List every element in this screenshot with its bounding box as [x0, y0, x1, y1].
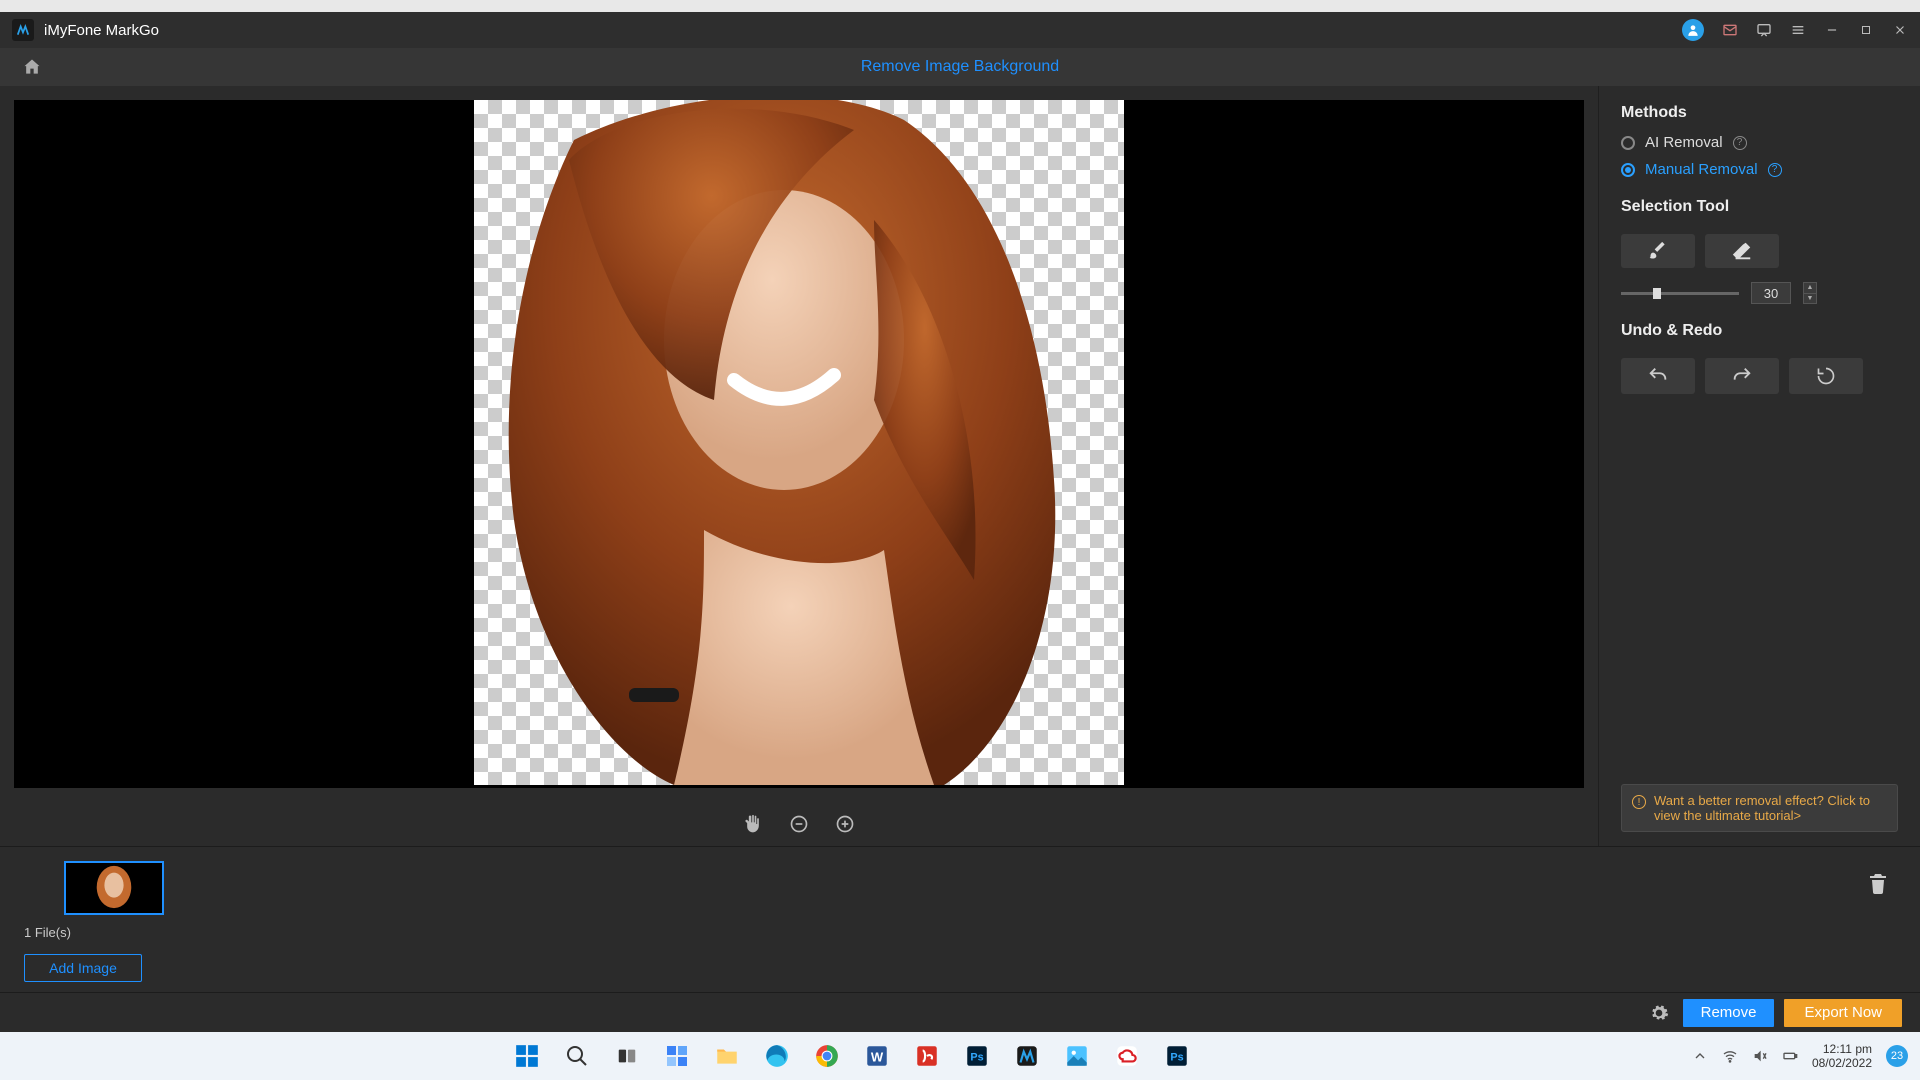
remove-button[interactable]: Remove	[1683, 999, 1775, 1027]
ai-removal-option[interactable]: AI Removal ?	[1621, 134, 1898, 151]
account-icon[interactable]	[1682, 19, 1704, 41]
taskbar: W Ps Ps 12	[0, 1032, 1920, 1080]
eraser-tool-button[interactable]	[1705, 234, 1779, 268]
step-up-icon[interactable]: ▲	[1804, 283, 1816, 294]
system-tray: 12:11 pm 08/02/2022 23	[1692, 1042, 1908, 1071]
svg-text:Ps: Ps	[970, 1051, 983, 1063]
step-down-icon[interactable]: ▼	[1804, 294, 1816, 304]
canvas-column	[0, 86, 1598, 846]
brush-size-input[interactable]	[1751, 282, 1791, 304]
widgets-button[interactable]	[658, 1037, 696, 1075]
menu-icon[interactable]	[1790, 22, 1806, 38]
selection-tool-buttons	[1621, 234, 1898, 268]
reset-button[interactable]	[1789, 358, 1863, 394]
undo-redo-heading: Undo & Redo	[1621, 322, 1898, 340]
image-surface[interactable]	[474, 100, 1124, 785]
settings-button[interactable]	[1645, 999, 1673, 1027]
undo-redo-buttons	[1621, 358, 1898, 394]
ai-removal-label: AI Removal	[1645, 134, 1723, 151]
start-button[interactable]	[508, 1037, 546, 1075]
svg-text:W: W	[871, 1049, 884, 1064]
photoshop-2-icon[interactable]: Ps	[1158, 1037, 1196, 1075]
acrobat-icon[interactable]	[908, 1037, 946, 1075]
viewer-controls	[0, 802, 1598, 846]
pan-hand-icon[interactable]	[743, 814, 763, 834]
notification-badge[interactable]: 23	[1886, 1045, 1908, 1067]
radio-icon	[1621, 136, 1635, 150]
zoom-out-icon[interactable]	[789, 814, 809, 834]
zoom-in-icon[interactable]	[835, 814, 855, 834]
app-window: iMyFone MarkGo	[0, 12, 1920, 1032]
undo-button[interactable]	[1621, 358, 1695, 394]
taskbar-clock[interactable]: 12:11 pm 08/02/2022	[1812, 1042, 1872, 1071]
subject-image	[474, 100, 1124, 785]
slider-thumb[interactable]	[1653, 288, 1661, 299]
file-count-label: 1 File(s)	[24, 925, 164, 940]
app-logo	[12, 19, 34, 41]
export-button[interactable]: Export Now	[1784, 999, 1902, 1027]
battery-icon[interactable]	[1782, 1048, 1798, 1064]
creative-cloud-icon[interactable]	[1108, 1037, 1146, 1075]
manual-removal-label: Manual Removal	[1645, 161, 1758, 178]
tutorial-tip-text: Want a better removal effect? Click to v…	[1654, 793, 1887, 823]
task-view-button[interactable]	[608, 1037, 646, 1075]
photos-icon[interactable]	[1058, 1037, 1096, 1075]
clock-date: 08/02/2022	[1812, 1056, 1872, 1070]
clock-time: 12:11 pm	[1812, 1042, 1872, 1056]
titlebar: iMyFone MarkGo	[0, 12, 1920, 48]
header-bar: Remove Image Background	[0, 48, 1920, 86]
chrome-icon[interactable]	[808, 1037, 846, 1075]
app-title: iMyFone MarkGo	[44, 22, 159, 39]
manual-removal-option[interactable]: Manual Removal ?	[1621, 161, 1898, 178]
photoshop-icon[interactable]: Ps	[958, 1037, 996, 1075]
info-icon: !	[1632, 795, 1646, 809]
word-icon[interactable]: W	[858, 1037, 896, 1075]
redo-button[interactable]	[1705, 358, 1779, 394]
help-icon[interactable]: ?	[1733, 136, 1747, 150]
browser-top-strip	[0, 0, 1920, 12]
mail-icon[interactable]	[1722, 22, 1738, 38]
radio-icon	[1621, 163, 1635, 177]
brush-size-row: ▲ ▼	[1621, 282, 1898, 304]
home-button[interactable]	[12, 57, 52, 77]
feedback-icon[interactable]	[1756, 22, 1772, 38]
volume-icon[interactable]	[1752, 1048, 1768, 1064]
tray-chevron-icon[interactable]	[1692, 1048, 1708, 1064]
methods-heading: Methods	[1621, 104, 1898, 122]
add-image-button[interactable]: Add Image	[24, 954, 142, 982]
close-button[interactable]	[1892, 22, 1908, 38]
edge-icon[interactable]	[758, 1037, 796, 1075]
wifi-icon[interactable]	[1722, 1048, 1738, 1064]
main-area: Methods AI Removal ? Manual Removal ? Se…	[0, 86, 1920, 846]
page-title: Remove Image Background	[861, 58, 1059, 76]
action-bar: Remove Export Now	[0, 992, 1920, 1032]
search-button[interactable]	[558, 1037, 596, 1075]
taskbar-center: W Ps Ps	[12, 1037, 1692, 1075]
brush-size-slider[interactable]	[1621, 292, 1739, 295]
tutorial-tip[interactable]: ! Want a better removal effect? Click to…	[1621, 784, 1898, 832]
markgo-taskbar-icon[interactable]	[1008, 1037, 1046, 1075]
bottom-strip: 1 File(s) Add Image	[0, 846, 1920, 992]
file-explorer-icon[interactable]	[708, 1037, 746, 1075]
brush-tool-button[interactable]	[1621, 234, 1695, 268]
right-panel: Methods AI Removal ? Manual Removal ? Se…	[1598, 86, 1920, 846]
help-icon[interactable]: ?	[1768, 163, 1782, 177]
svg-text:Ps: Ps	[1170, 1051, 1183, 1063]
brush-size-stepper[interactable]: ▲ ▼	[1803, 282, 1817, 304]
file-thumbnail[interactable]	[64, 861, 164, 915]
thumbnail-image	[66, 861, 162, 915]
minimize-button[interactable]	[1824, 22, 1840, 38]
maximize-button[interactable]	[1858, 22, 1874, 38]
canvas-frame[interactable]	[14, 100, 1584, 788]
trash-button[interactable]	[1866, 871, 1890, 900]
selection-tool-heading: Selection Tool	[1621, 198, 1898, 216]
